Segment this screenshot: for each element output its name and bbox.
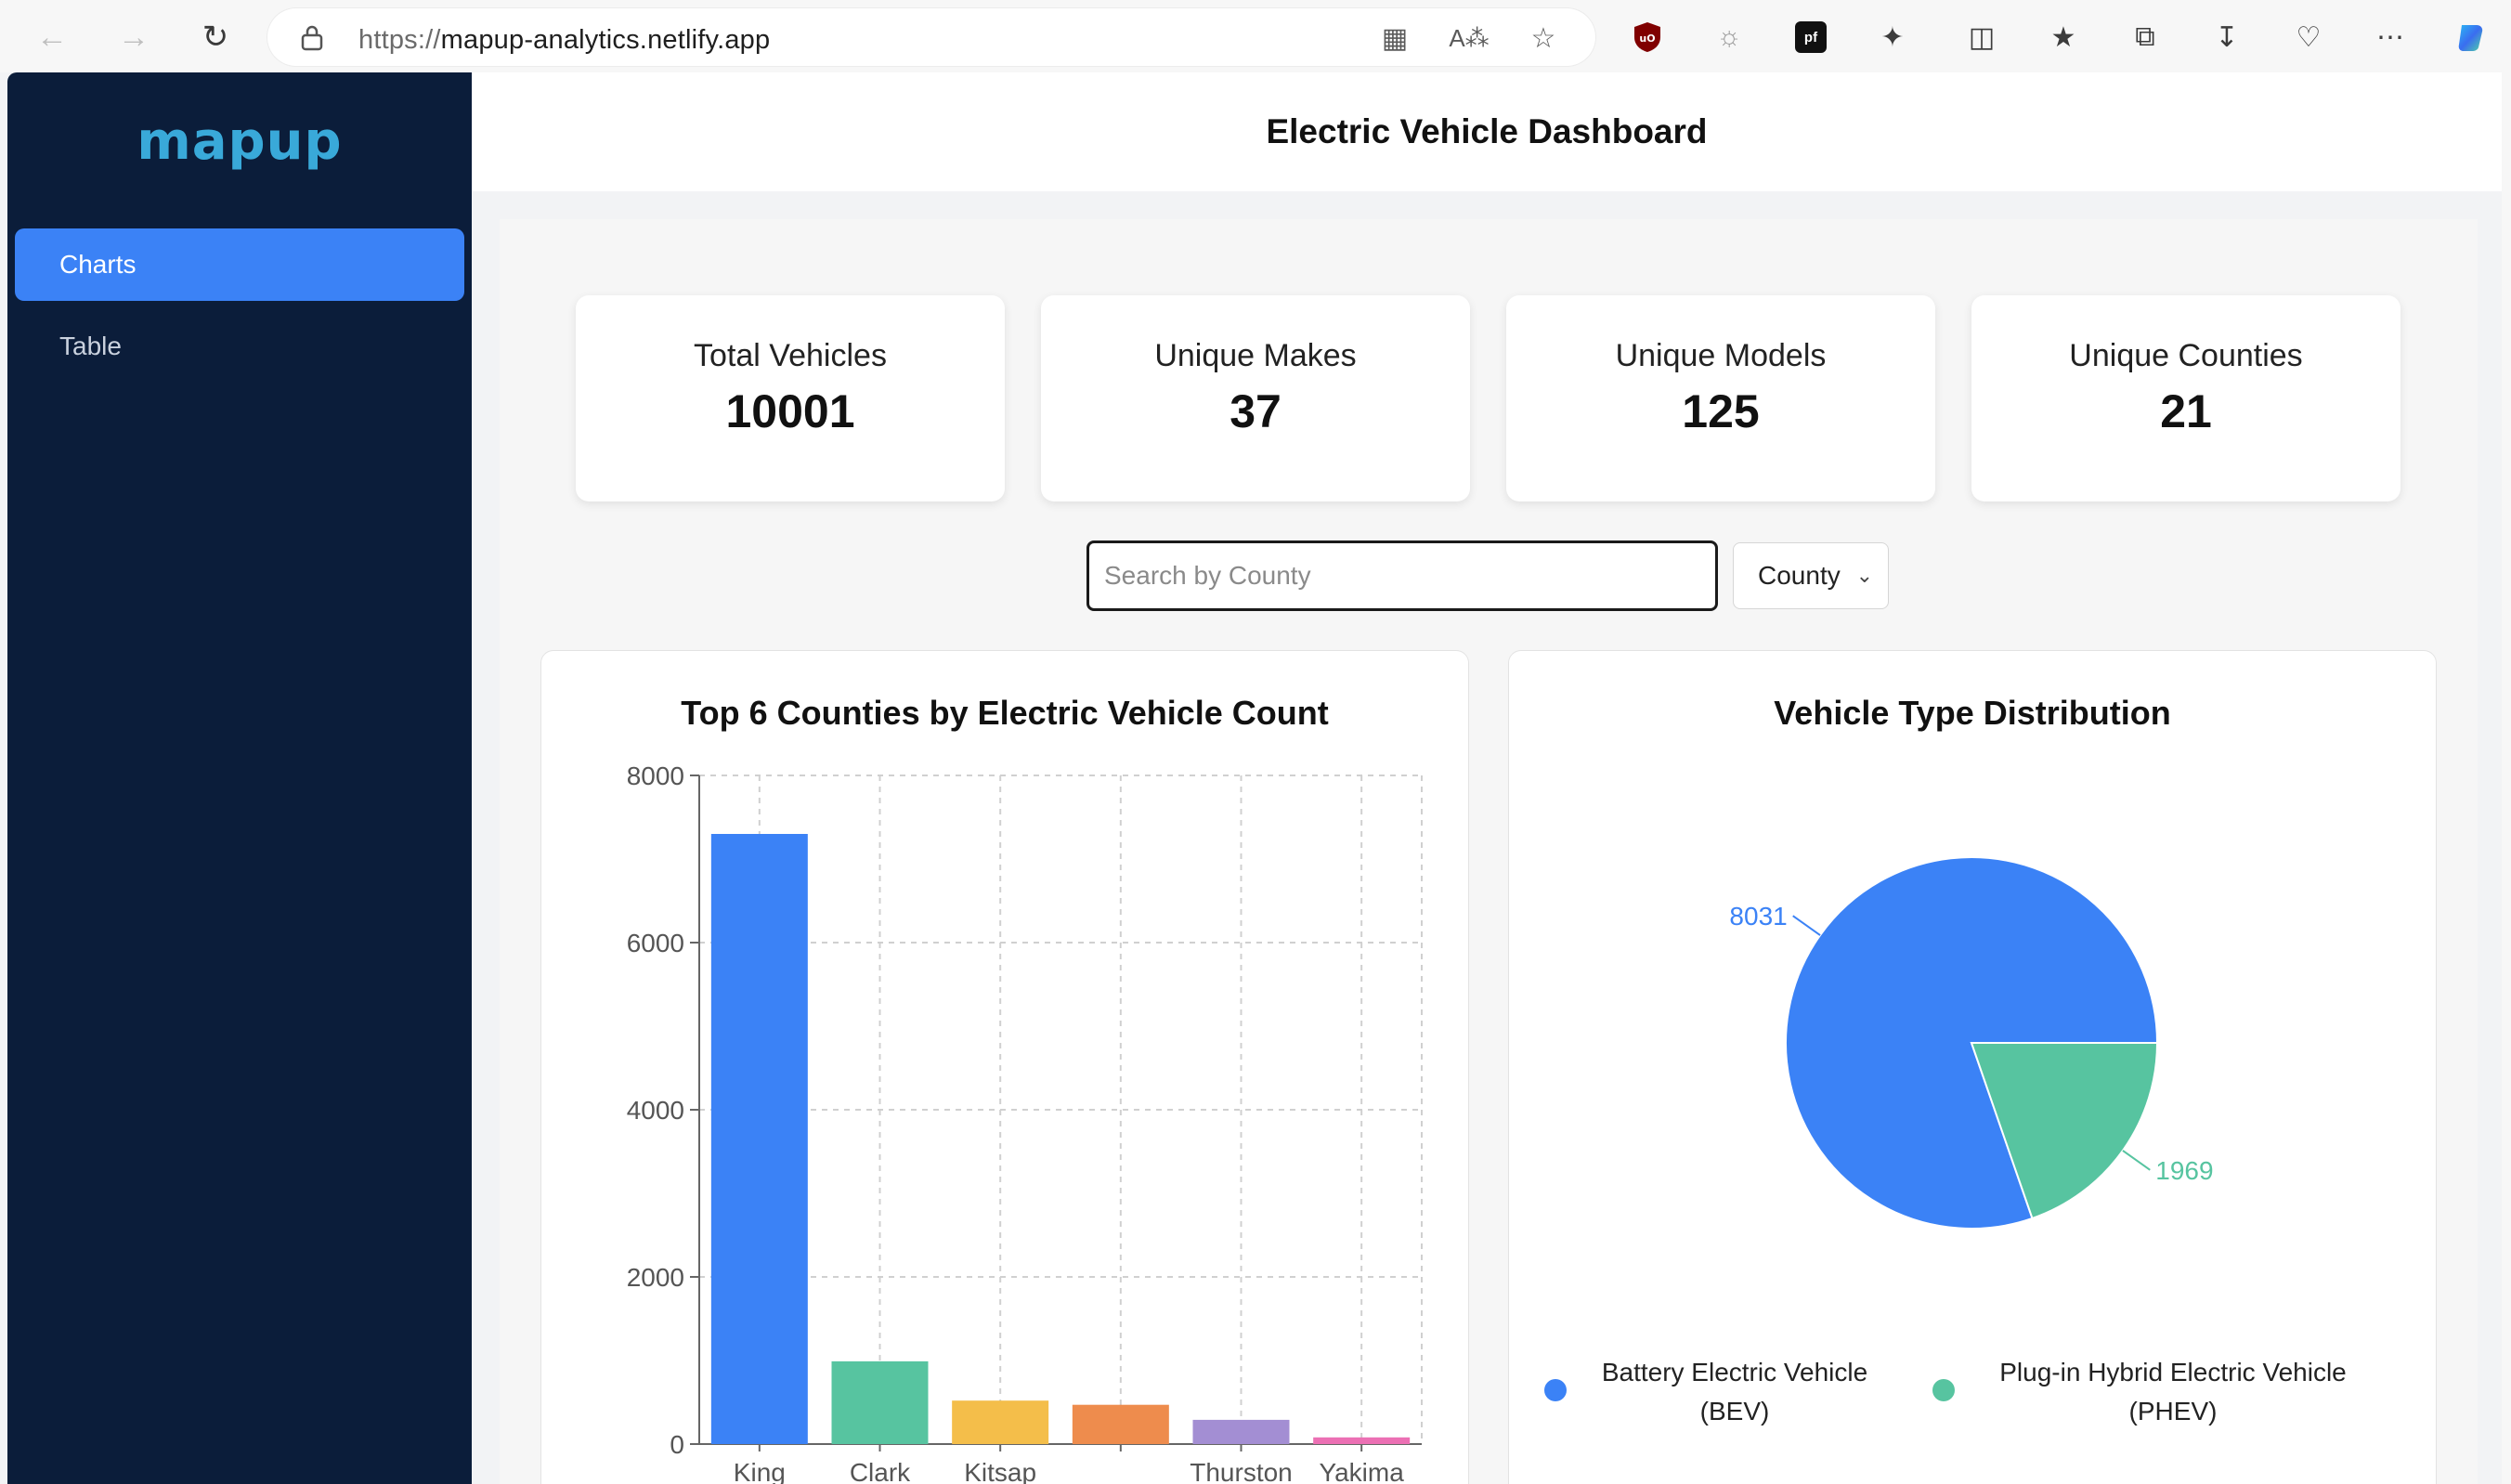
bar [1072, 1404, 1169, 1444]
url-protocol: https:// [358, 25, 441, 55]
browser-toolbar: ← → ↻ https://mapup-analytics.netlify.ap… [0, 0, 2511, 72]
x-tick-label: Thurston [1190, 1458, 1293, 1484]
y-tick-label: 2000 [627, 1263, 684, 1292]
extensions-puzzle-icon[interactable]: ✦ [1872, 17, 1913, 58]
favorites-list-icon[interactable]: ★ [2043, 17, 2084, 58]
stat-label: Unique Models [1615, 338, 1827, 373]
site-info-icon[interactable] [299, 24, 325, 52]
stat-card-unique-makes: Unique Makes 37 [1041, 295, 1470, 501]
stat-value: 10001 [725, 385, 855, 437]
y-tick-label: 6000 [627, 929, 684, 957]
bar-chart-card: Top 6 Counties by Electric Vehicle Count… [540, 650, 1469, 1484]
y-tick-label: 4000 [627, 1096, 684, 1125]
browser-essentials-icon[interactable]: ♡ [2288, 17, 2329, 58]
x-tick-label: Yakima [1320, 1458, 1405, 1484]
legend-line: (BEV) [1699, 1397, 1770, 1425]
bar [1313, 1437, 1411, 1444]
stat-label: Unique Counties [2069, 338, 2303, 373]
legend-line: Battery Electric Vehicle [1601, 1358, 1868, 1386]
filter-select[interactable]: County ⌄ [1733, 542, 1889, 609]
x-tick-label: King [734, 1458, 786, 1484]
stat-card-unique-models: Unique Models 125 [1506, 295, 1935, 501]
sidebar-item-charts[interactable]: Charts [15, 228, 464, 301]
pie-value-label: 8031 [1729, 902, 1787, 931]
legend-item-phev[interactable]: Plug-in Hybrid Electric Vehicle (PHEV) [1932, 1353, 2391, 1431]
sidebar: mapup Charts Table [7, 72, 472, 1484]
chevron-down-icon: ⌄ [1855, 564, 1873, 587]
pie-label-line [2122, 1150, 2151, 1171]
bar [831, 1360, 929, 1444]
filter-select-value: County [1758, 561, 1841, 590]
legend-line: (PHEV) [2128, 1397, 2218, 1425]
legend-label: Plug-in Hybrid Electric Vehicle (PHEV) [1955, 1353, 2391, 1431]
pie-chart: 8031 1969 [1729, 856, 2214, 1230]
stat-value: 125 [1682, 385, 1760, 437]
window-edge [2502, 72, 2511, 1484]
forward-icon[interactable]: → [110, 13, 158, 61]
x-tick-label: Kitsap [964, 1458, 1036, 1484]
stat-card-unique-counties: Unique Counties 21 [1971, 295, 2400, 501]
mapup-logo[interactable]: mapup [7, 111, 472, 172]
url-host: mapup-analytics.netlify.app [440, 25, 771, 55]
y-tick-label: 8000 [627, 762, 684, 790]
stat-card-total-vehicles: Total Vehicles 10001 [576, 295, 1005, 501]
collections-icon[interactable]: ⧉ [2125, 17, 2166, 58]
page-header: Electric Vehicle Dashboard [472, 72, 2502, 191]
url-text[interactable]: https://mapup-analytics.netlify.app [358, 25, 770, 56]
bar [1192, 1419, 1290, 1444]
address-bar[interactable]: https://mapup-analytics.netlify.app ▦ A⁂… [267, 8, 1595, 66]
legend-dot [1544, 1379, 1567, 1401]
legend-label: Battery Electric Vehicle (BEV) [1581, 1353, 1888, 1431]
page-title: Electric Vehicle Dashboard [1266, 112, 1708, 150]
svg-text:uO: uO [1639, 33, 1655, 45]
downloads-icon[interactable]: ↧ [2206, 17, 2247, 58]
legend-line: Plug-in Hybrid Electric Vehicle [1999, 1358, 2347, 1386]
bar-chart: 0 2000 4000 6000 8000 King Clark Kitsap Thurston… [627, 762, 1423, 1484]
app-available-icon[interactable]: ▦ [1378, 21, 1412, 55]
stat-value: 37 [1229, 385, 1282, 437]
read-aloud-icon[interactable]: A⁂ [1449, 21, 1489, 55]
reload-icon[interactable]: ↻ [191, 13, 240, 61]
stat-label: Total Vehicles [694, 338, 887, 373]
pdf-extension-icon[interactable]: pf [1790, 17, 1831, 58]
more-menu-icon[interactable]: ⋯ [2370, 17, 2411, 58]
favorite-star-icon[interactable]: ☆ [1527, 21, 1560, 55]
bar [952, 1400, 1049, 1444]
y-tick-label: 0 [670, 1430, 684, 1459]
stat-label: Unique Makes [1154, 338, 1357, 373]
x-tick-label: Clark [850, 1458, 911, 1484]
legend-dot [1932, 1379, 1955, 1401]
bar [710, 834, 808, 1444]
pie-chart-card: Vehicle Type Distribution 8031 1969 Batte… [1508, 650, 2437, 1484]
back-icon[interactable]: ← [28, 13, 76, 61]
stat-value: 21 [2160, 385, 2212, 437]
compass-extension-icon[interactable]: ☼ [1709, 17, 1750, 58]
pie-legend: Battery Electric Vehicle (BEV) Plug-in H… [1509, 1353, 2436, 1446]
legend-item-bev[interactable]: Battery Electric Vehicle (BEV) [1544, 1353, 1888, 1431]
search-county-input[interactable] [1086, 540, 1718, 611]
ublock-extension-icon[interactable]: uO [1627, 17, 1668, 58]
sidebar-item-table[interactable]: Table [15, 310, 464, 383]
pie-value-label: 1969 [2155, 1156, 2213, 1185]
copilot-icon[interactable] [2452, 17, 2492, 58]
pie-label-line [1792, 915, 1821, 936]
split-screen-icon[interactable]: ◫ [1961, 17, 2002, 58]
